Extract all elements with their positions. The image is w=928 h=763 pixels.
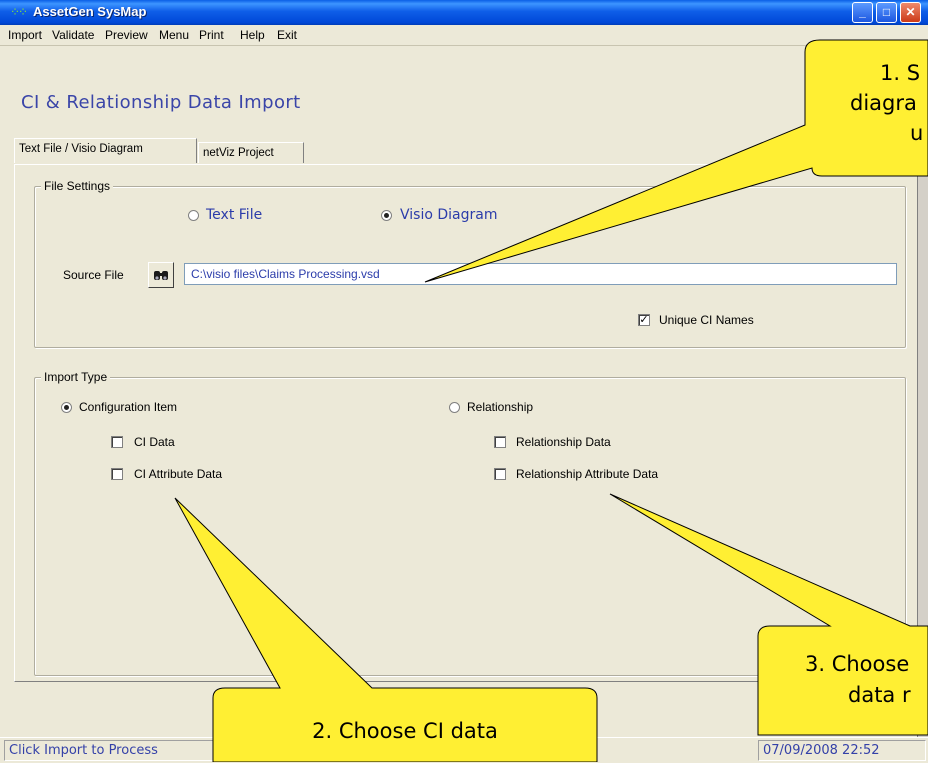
callout-1-shape [424, 39, 928, 283]
callout-overlay [174, 39, 928, 762]
tab-text-file-visio[interactable]: Text File / Visio Diagram [14, 138, 197, 163]
callout-3-line2: data r [848, 683, 911, 707]
callout-2-text: 2. Choose CI data [312, 719, 498, 743]
callout-3-line1: 3. Choose [805, 652, 910, 676]
callout-1-line3: u [910, 121, 924, 145]
callout-1-line1: 1. S [880, 61, 921, 85]
callout-1-line2: diagra [850, 91, 917, 115]
